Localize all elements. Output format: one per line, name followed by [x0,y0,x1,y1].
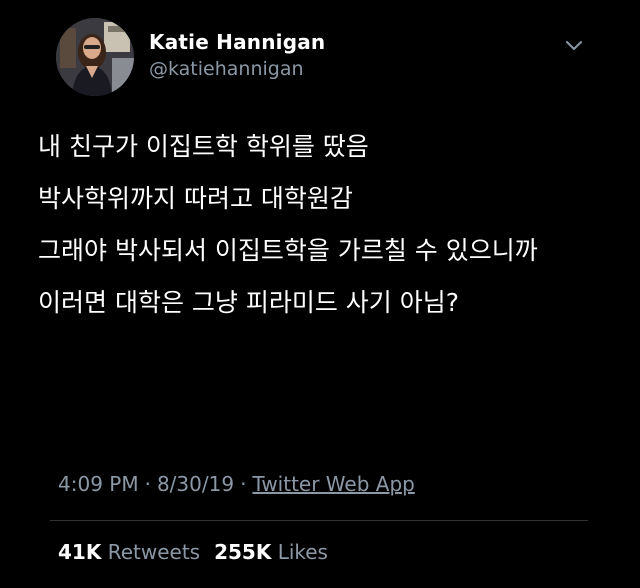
retweets-label: Retweets [107,540,201,564]
likes-stat[interactable]: 255K Likes [214,540,328,564]
likes-label: Likes [277,540,328,564]
tweet-source-link[interactable]: Twitter Web App [252,472,414,496]
tweet-text-line: 내 친구가 이집트학 학위를 땄음 [38,132,369,161]
avatar-image [56,18,134,96]
chevron-down-icon [566,41,582,50]
tweet-metadata: 4:09 PM · 8/30/19 · Twitter Web App [58,472,415,496]
tweet-date[interactable]: 8/30/19 [157,472,234,496]
author-name[interactable]: Katie Hannigan [149,30,325,54]
tweet-text-line: 박사학위까지 따려고 대학원감 [38,184,353,213]
tweet-stats: 41K Retweets 255K Likes [58,540,342,564]
likes-count: 255K [214,540,272,564]
tweet-text-line: 그래야 박사되서 이집트학을 가르칠 수 있으니까 [38,236,538,265]
author-handle[interactable]: @katiehannigan [149,58,304,80]
avatar[interactable] [56,18,134,96]
meta-separator: · [144,472,151,496]
tweet-menu-button[interactable] [560,36,588,56]
retweets-stat[interactable]: 41K Retweets [58,540,200,564]
divider [50,520,588,521]
tweet-time[interactable]: 4:09 PM [58,472,139,496]
meta-separator: · [240,472,247,496]
tweet-text: 내 친구가 이집트학 학위를 땄음 박사학위까지 따려고 대학원감 그래야 박사… [38,121,618,329]
retweets-count: 41K [58,540,102,564]
tweet-card: Katie Hannigan @katiehannigan 내 친구가 이집트학… [0,0,640,588]
tweet-text-line: 이러면 대학은 그냥 피라미드 사기 아님? [38,288,460,317]
